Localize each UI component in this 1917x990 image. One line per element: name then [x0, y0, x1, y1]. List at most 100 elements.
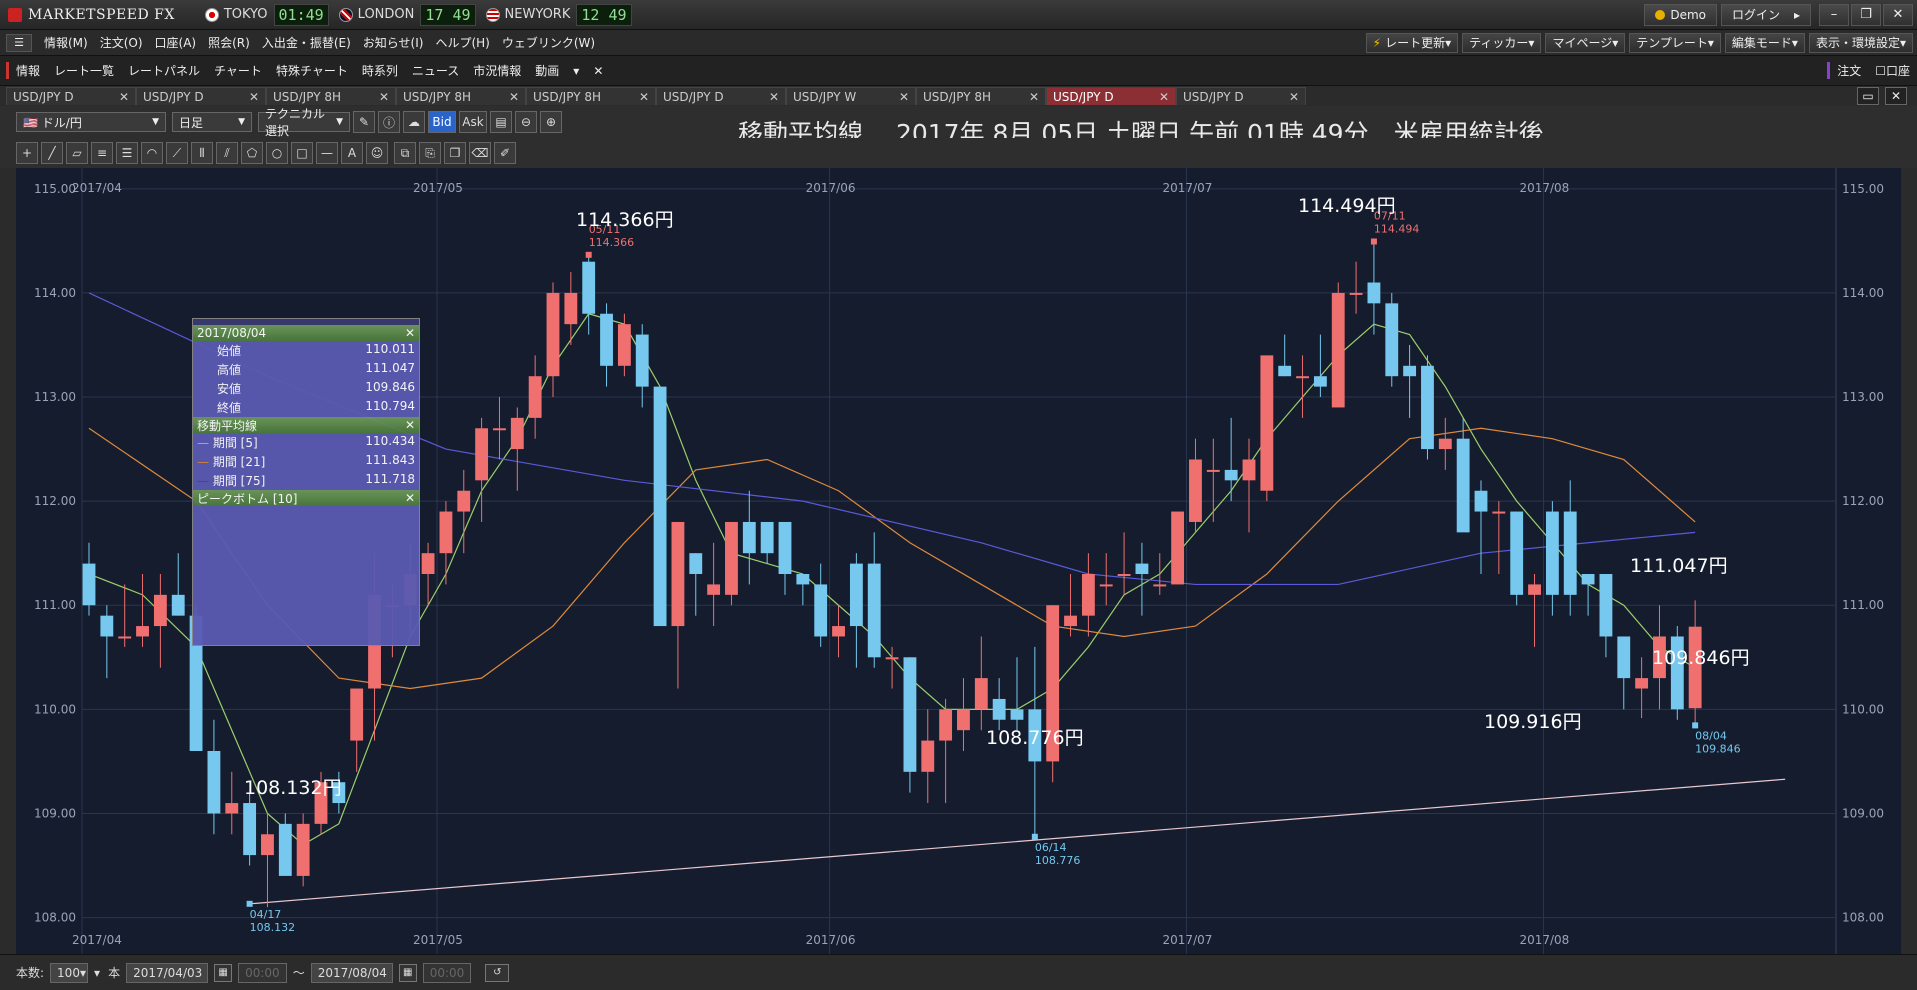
line-icon[interactable]: ╱	[41, 142, 63, 164]
count-select[interactable]: 100 ▾	[50, 962, 89, 983]
close-icon[interactable]: ✕	[509, 90, 519, 104]
func-account[interactable]: ☐口座	[1868, 62, 1917, 79]
technical-select[interactable]: テクニカル選択 ▼	[258, 107, 350, 138]
template-button[interactable]: テンプレート ▾	[1629, 32, 1721, 53]
ticker-button[interactable]: ティッカー ▾	[1462, 32, 1542, 53]
maximize-button[interactable]: ❐	[1851, 3, 1881, 26]
func-chart[interactable]: チャート	[207, 62, 269, 79]
from-time-input[interactable]: 00:00	[238, 962, 287, 983]
pen-icon[interactable]: ✎	[353, 111, 375, 133]
layers-icon[interactable]: ❐	[444, 142, 466, 164]
close-icon[interactable]: ✕	[119, 90, 129, 104]
menu-news[interactable]: お知らせ(I)	[357, 34, 430, 51]
tab-usdjpy[interactable]: USD/JPY 8H ✕	[916, 87, 1046, 105]
hline-icon[interactable]: —	[316, 142, 338, 164]
close-button[interactable]: ✕	[1883, 3, 1913, 26]
close-window-button[interactable]: ✕	[1885, 87, 1907, 105]
info-panel[interactable]: 2017/08/04 ✕ 始値 110.011 高値 111.047 安値 109.84…	[192, 318, 420, 646]
tab-usdjpy[interactable]: USD/JPY 8H ✕	[396, 87, 526, 105]
copy-icon[interactable]: ⧉	[394, 142, 416, 164]
eraser-icon[interactable]: ⌫	[469, 142, 491, 164]
fibonacci-icon[interactable]: ☰	[116, 142, 138, 164]
close-icon[interactable]: ✕	[405, 326, 415, 340]
calendar-icon[interactable]: ▦	[214, 963, 233, 982]
menu-icon[interactable]: ☰	[6, 33, 32, 52]
chart-type-icon[interactable]: ▤	[490, 111, 512, 133]
menu-help[interactable]: ヘルプ(H)	[429, 34, 495, 51]
period-select[interactable]: 日足 ▼	[172, 112, 252, 132]
func-order[interactable]: 注文	[1827, 62, 1868, 79]
settings-button[interactable]: 表示・環境設定 ▾	[1808, 32, 1913, 53]
close-icon[interactable]: ✕	[249, 90, 259, 104]
text-icon[interactable]: A	[341, 142, 363, 164]
func-rate-list[interactable]: レート一覧	[47, 62, 121, 79]
paste-icon[interactable]: ⎘	[419, 142, 441, 164]
crosshair-icon[interactable]: +	[16, 142, 38, 164]
func-timeseries[interactable]: 時系列	[355, 62, 405, 79]
func-rate-panel[interactable]: レートパネル	[121, 62, 207, 79]
func-info[interactable]: 情報	[6, 62, 47, 79]
close-icon[interactable]: ✕	[769, 90, 779, 104]
menu-deposit[interactable]: 入出金・振替(E)	[256, 34, 357, 51]
menu-order[interactable]: 注文(O)	[94, 34, 149, 51]
mypage-button[interactable]: マイページ ▾	[1545, 32, 1626, 53]
menu-info[interactable]: 情報(M)	[38, 34, 94, 51]
func-close-icon[interactable]: ✕	[586, 64, 610, 78]
menu-inquiry[interactable]: 照会(R)	[202, 34, 256, 51]
close-icon[interactable]: ✕	[1029, 90, 1039, 104]
menu-account[interactable]: 口座(A)	[149, 34, 203, 51]
restore-window-button[interactable]: ▭	[1857, 87, 1879, 105]
bid-button[interactable]: Bid	[428, 111, 456, 133]
hlines-icon[interactable]: ≡	[91, 142, 113, 164]
func-more-icon[interactable]: ▾	[566, 64, 586, 78]
tab-usdjpy[interactable]: USD/JPY 8H ✕	[526, 87, 656, 105]
fan-icon[interactable]: ⟋	[166, 142, 188, 164]
func-news[interactable]: ニュース	[405, 62, 466, 79]
y-tick-label-right: 112.00	[1842, 494, 1884, 508]
close-icon[interactable]: ✕	[405, 418, 415, 432]
minimize-button[interactable]: –	[1819, 3, 1849, 26]
tab-usdjpy[interactable]: USD/JPY D ✕	[1176, 87, 1306, 105]
erase-all-icon[interactable]: ✐	[494, 142, 516, 164]
tab-usdjpy[interactable]: USD/JPY D ✕	[136, 87, 266, 105]
demo-button[interactable]: Demo	[1644, 3, 1717, 26]
zoom-in-icon[interactable]: ⊕	[540, 111, 562, 133]
func-market[interactable]: 市況情報	[466, 62, 528, 79]
pair-select[interactable]: 🇺🇸 ドル/円 ▼	[16, 112, 166, 132]
rate-update-button[interactable]: ⚡ レート更新 ▾	[1365, 32, 1459, 53]
ask-button[interactable]: Ask	[459, 111, 487, 133]
tab-usdjpy[interactable]: USD/JPY W ✕	[786, 87, 916, 105]
tab-usdjpy-active[interactable]: USD/JPY D ✕	[1046, 87, 1176, 105]
close-icon[interactable]: ✕	[639, 90, 649, 104]
close-icon[interactable]: ✕	[379, 90, 389, 104]
to-time-input[interactable]: 00:00	[422, 962, 472, 983]
to-date-input[interactable]: 2017/08/04	[310, 962, 393, 983]
close-icon[interactable]: ✕	[405, 491, 415, 505]
rectangle-icon[interactable]: □	[291, 142, 313, 164]
vlines-icon[interactable]: ⫴	[191, 142, 213, 164]
refresh-icon[interactable]: ↺	[485, 963, 510, 982]
pentagon-icon[interactable]: ⬠	[241, 142, 263, 164]
close-icon[interactable]: ✕	[899, 90, 909, 104]
func-special-chart[interactable]: 特殊チャート	[269, 62, 355, 79]
menu-weblink[interactable]: ウェブリンク(W)	[496, 34, 601, 51]
channel-icon[interactable]: ⫽	[216, 142, 238, 164]
cloud-icon[interactable]: ☁	[403, 111, 425, 133]
func-video[interactable]: 動画	[528, 62, 566, 79]
icon-stamp-icon[interactable]: ☺	[366, 142, 388, 164]
edit-mode-button[interactable]: 編集モード ▾	[1724, 32, 1805, 53]
tab-usdjpy[interactable]: USD/JPY 8H ✕	[266, 87, 396, 105]
circle-icon[interactable]: ○	[266, 142, 288, 164]
login-button[interactable]: ログイン ▸	[1721, 3, 1811, 26]
info-icon[interactable]: ⓘ	[378, 111, 400, 133]
zoom-out-icon[interactable]: ⊖	[515, 111, 537, 133]
count-stepper-icon[interactable]: ▾	[94, 966, 100, 980]
tab-usdjpy[interactable]: USD/JPY D ✕	[6, 87, 136, 105]
from-date-input[interactable]: 2017/04/03	[126, 962, 209, 983]
tab-usdjpy[interactable]: USD/JPY D ✕	[656, 87, 786, 105]
arc-icon[interactable]: ◠	[141, 142, 163, 164]
close-icon[interactable]: ✕	[1289, 90, 1299, 104]
close-icon[interactable]: ✕	[1159, 90, 1169, 104]
ruler-icon[interactable]: ▱	[66, 142, 88, 164]
calendar-icon[interactable]: ▦	[398, 963, 417, 982]
